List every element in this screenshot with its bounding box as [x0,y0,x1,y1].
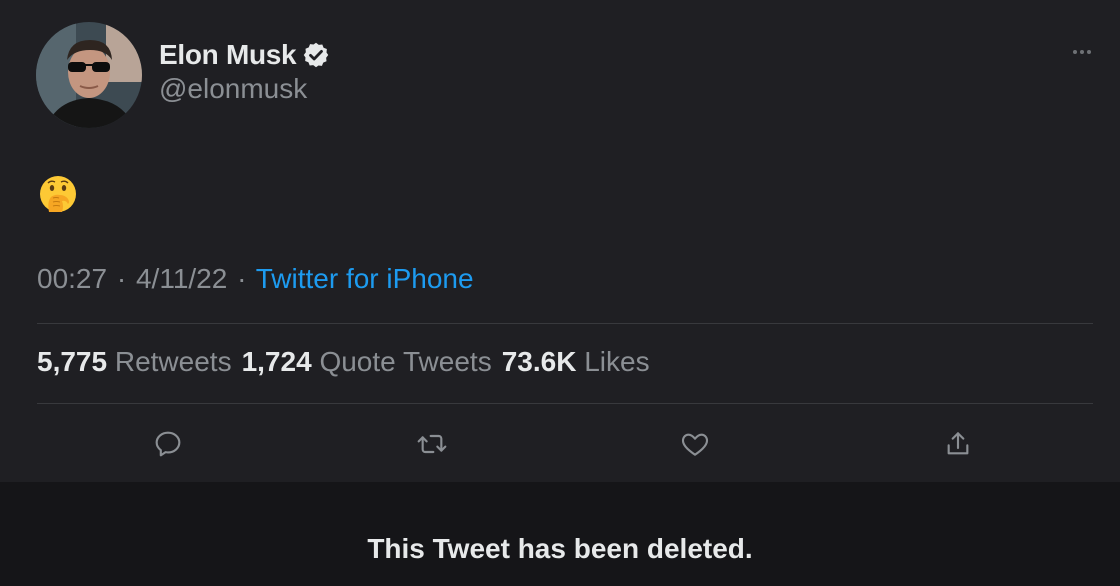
tweet-source-link[interactable]: Twitter for iPhone [256,263,474,294]
deleted-tweet-banner: This Tweet has been deleted. [0,482,1120,586]
divider [37,403,1093,404]
profile-photo [36,22,142,128]
quote-tweets-count: 1,724 [241,346,312,377]
deleted-tweet-message: This Tweet has been deleted. [367,533,753,564]
like-icon[interactable] [679,428,711,460]
author-name-row: Elon Musk [159,38,330,72]
divider [37,323,1093,324]
retweets-count: 5,775 [37,346,108,377]
tweet-time[interactable]: 00:27 [37,263,107,294]
quote-tweets-stat[interactable]: 1,724 Quote Tweets [242,346,502,377]
avatar[interactable] [36,22,142,128]
tweet-metadata: 00:27 · 4/11/22 · Twitter for iPhone [37,263,474,295]
retweets-label: Retweets [114,346,232,377]
likes-count: 73.6K [501,346,577,377]
verified-badge-icon [302,41,330,69]
retweet-icon[interactable] [416,428,448,460]
likes-label: Likes [584,346,650,377]
retweets-stat[interactable]: 5,775 Retweets [37,346,242,377]
reply-icon[interactable] [152,428,184,460]
share-icon[interactable] [942,428,974,460]
quote-tweets-label: Quote Tweets [319,346,492,377]
more-options-icon[interactable] [1066,40,1098,64]
tweet-date[interactable]: 4/11/22 [136,263,227,294]
likes-stat[interactable]: 73.6K Likes [502,346,660,377]
meta-separator: · [116,263,127,294]
meta-separator: · [237,263,247,294]
engagement-stats: 5,775 Retweets 1,724 Quote Tweets 73.6K Li… [37,346,660,378]
author-name[interactable]: Elon Musk [159,39,297,71]
face-with-hand-over-mouth-emoji [38,174,78,214]
author-handle[interactable]: @elonmusk [159,73,307,105]
tweet-card: Elon Musk @elonmusk 00:27 · 4/11/22 · Tw… [0,0,1120,482]
